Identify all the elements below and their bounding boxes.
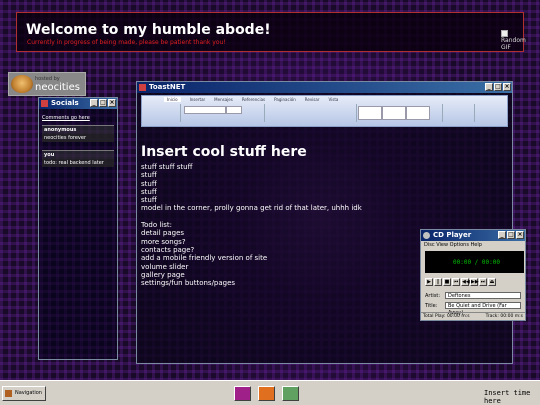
stop-icon[interactable]: ■ (443, 278, 451, 286)
ribbon-tab[interactable]: Referencias (242, 97, 265, 102)
minimize-button[interactable]: _ (498, 231, 506, 239)
paragraph-group (266, 104, 357, 122)
comment-author: anonymous (44, 127, 77, 133)
socials-titlebar[interactable]: Socials _ □ × (39, 98, 117, 109)
track-title-select[interactable]: Be Quiet and Drive (Far Away) (445, 302, 521, 316)
cd-title: CD Player (433, 231, 472, 239)
text-line: stuff (141, 179, 157, 188)
menu-options[interactable]: Options (450, 242, 469, 248)
comment-item: anonymous neocities forever (42, 125, 114, 142)
text-line: stuff stuff stuff (141, 163, 193, 171)
play-icon[interactable]: ▶ (425, 278, 433, 286)
change-styles-group (444, 104, 475, 122)
maximize-button[interactable]: □ (507, 231, 515, 239)
close-button[interactable]: × (108, 99, 116, 107)
cd-menubar: Disc View Options Help (421, 241, 525, 249)
cd-player-window: CD Player _ □ × Disc View Options Help 0… (420, 229, 526, 321)
window-icon (139, 84, 146, 91)
toastnet-task-icon[interactable] (258, 386, 275, 401)
clipboard-group (144, 104, 181, 122)
title-label: Title: (425, 303, 438, 309)
next-track-icon[interactable]: ⏭ (479, 278, 487, 286)
neocities-badge[interactable]: hosted by neocities (8, 72, 86, 96)
taskbar: Navigation Insert time here (0, 380, 540, 405)
eject-icon[interactable]: ⏏ (488, 278, 496, 286)
document-heading: Insert cool stuff here (141, 144, 307, 160)
track-time-text: Track: 00:00 m:s (485, 314, 523, 319)
random-gif: Random GIF (501, 30, 526, 51)
ribbon-tab[interactable]: Paginación (274, 97, 296, 102)
maximize-button[interactable]: □ (494, 83, 502, 91)
ribbon-tab[interactable]: Inicio (164, 97, 181, 102)
toastnet-window: ToastNET _ □ × Inicio Insertar Mensajes … (136, 81, 513, 364)
text-line: model in the corner, prolly gonna get ri… (141, 204, 362, 213)
cd-time-readout: 00:00 / 00:00 (453, 259, 500, 266)
cd-statusbar: Total Play: 00:00 m:s Track: 00:00 m:s (421, 312, 525, 321)
text-line (141, 213, 501, 221)
cd-disc-icon (423, 232, 430, 239)
artist-label: Artist: (425, 293, 441, 299)
menu-help[interactable]: Help (471, 242, 482, 248)
text-line: stuff (141, 196, 157, 205)
navigation-icon (5, 390, 12, 397)
header-banner: Welcome to my humble abode! Currently in… (16, 12, 526, 52)
gif-alt-text: Random GIF (501, 37, 526, 51)
cd-controls: ▶ ‖ ■ ⏮ ◀◀ ▶▶ ⏭ ⏏ (425, 278, 496, 286)
comment-author: you (44, 152, 55, 158)
rewind-icon[interactable]: ◀◀ (461, 278, 470, 286)
neocities-cat-icon (11, 75, 33, 93)
navigation-label: Navigation (15, 390, 42, 396)
comments-link[interactable]: Comments go here (42, 115, 90, 121)
comment-item: you todo: real backend later (42, 150, 114, 167)
artist-select[interactable]: Deftones (445, 292, 521, 299)
ribbon-tabs: Inicio Insertar Mensajes Referencias Pag… (164, 97, 338, 102)
prev-track-icon[interactable]: ⏮ (452, 278, 460, 286)
comment-message: todo: real backend later (42, 159, 114, 167)
navigation-start-button[interactable]: Navigation (2, 386, 46, 401)
styles-group (356, 104, 443, 122)
close-button[interactable]: × (503, 83, 511, 91)
toastnet-title: ToastNET (149, 83, 186, 91)
maximize-button[interactable]: □ (99, 99, 107, 107)
taskbar-clock: Insert time here (484, 389, 531, 405)
cd-display: 00:00 / 00:00 (425, 251, 524, 273)
minimize-button[interactable]: _ (485, 83, 493, 91)
minimize-button[interactable]: _ (90, 99, 98, 107)
socials-task-icon[interactable] (234, 386, 251, 401)
socials-window: Socials _ □ × Comments go here anonymous… (38, 97, 118, 360)
toastnet-titlebar[interactable]: ToastNET _ □ × (137, 82, 512, 93)
ribbon-tab[interactable]: Mensajes (214, 97, 233, 102)
menu-disc[interactable]: Disc (424, 242, 435, 248)
close-button[interactable]: × (516, 231, 524, 239)
broken-image-icon (501, 30, 508, 37)
site-title: Welcome to my humble abode! (26, 22, 271, 38)
total-play-text: Total Play: 00:00 m:s (423, 314, 470, 319)
ribbon-tab[interactable]: Vista (328, 97, 338, 102)
comment-message: neocities forever (42, 134, 114, 142)
forward-icon[interactable]: ▶▶ (470, 278, 479, 286)
pause-icon[interactable]: ‖ (434, 278, 442, 286)
window-icon (41, 100, 48, 107)
word-ribbon: Inicio Insertar Mensajes Referencias Pag… (141, 95, 508, 127)
ribbon-tab[interactable]: Revisar (305, 97, 320, 102)
site-subtitle: Currently in progress of being made, ple… (27, 39, 226, 46)
ribbon-tab[interactable]: Insertar (190, 97, 206, 102)
menu-view[interactable]: View (436, 242, 448, 248)
cd-titlebar[interactable]: CD Player _ □ × (421, 230, 525, 241)
cd-player-task-icon[interactable] (282, 386, 299, 401)
neocities-name: neocities (35, 82, 80, 93)
font-group (182, 104, 265, 122)
text-line: stuff (141, 187, 157, 196)
socials-title: Socials (51, 99, 79, 107)
text-line: stuff (141, 171, 157, 180)
